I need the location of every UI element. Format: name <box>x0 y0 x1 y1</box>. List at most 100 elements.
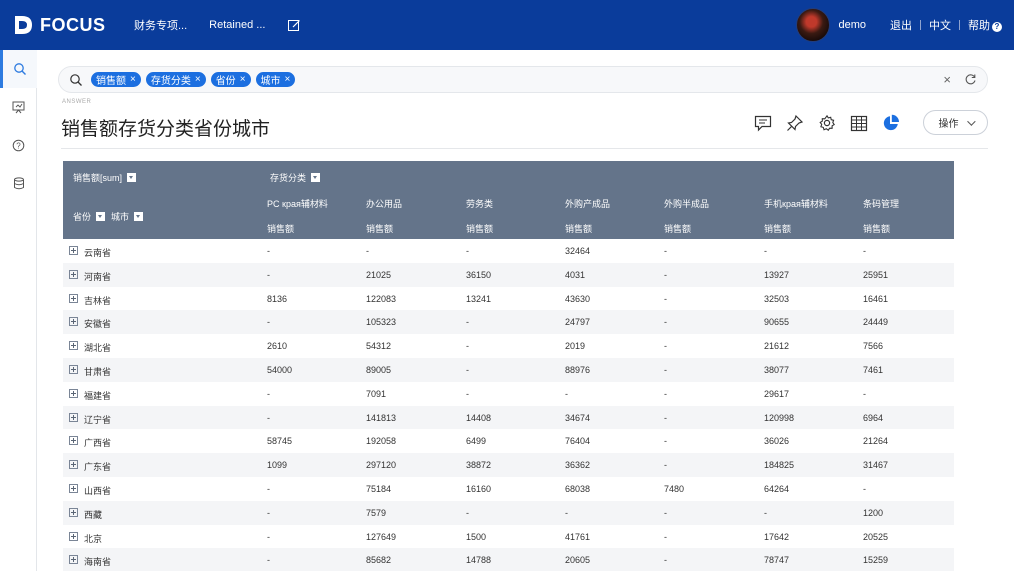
value-cell: - <box>267 412 270 423</box>
sub-header: 销售额 <box>565 224 593 234</box>
operate-dropdown[interactable]: 操作 <box>923 110 988 135</box>
column-dim-label: 存货分类 <box>270 173 307 183</box>
search-tag[interactable]: 存货分类 × <box>145 72 206 87</box>
dropdown-icon[interactable] <box>311 173 321 182</box>
comment-icon <box>754 115 772 131</box>
username[interactable]: demo <box>838 19 866 31</box>
search-tag[interactable]: 省份 × <box>210 72 251 87</box>
value-cell: 141813 <box>366 412 397 423</box>
category-header[interactable]: 条码管理 <box>863 197 899 210</box>
close-icon[interactable]: × <box>240 74 246 85</box>
sidebar-item-data[interactable] <box>0 164 37 202</box>
value-cell: 34674 <box>565 412 591 423</box>
value-cell: - <box>267 483 270 494</box>
comment-button[interactable] <box>752 112 774 134</box>
expand-icon[interactable] <box>69 364 78 374</box>
search-tag[interactable]: 销售额 × <box>91 72 141 87</box>
value-cell: 88976 <box>565 364 591 375</box>
dropdown-icon[interactable] <box>134 212 144 221</box>
expand-icon[interactable] <box>69 460 78 470</box>
expand-icon[interactable] <box>69 246 78 255</box>
table-row: 河南省 - 21025 36150 4031 - 13927 25951 <box>63 262 954 287</box>
expand-icon[interactable] <box>69 341 78 351</box>
expand-icon[interactable] <box>69 436 78 446</box>
help-link[interactable]: 帮助? <box>968 17 1002 33</box>
category-header[interactable]: 外购产成品 <box>565 197 610 210</box>
value-cell: 7566 <box>863 341 884 352</box>
value-cell: 122083 <box>366 293 397 304</box>
refresh-icon[interactable] <box>964 73 977 86</box>
clear-search-icon[interactable]: × <box>943 72 951 87</box>
separator <box>959 20 960 30</box>
value-cell: 58745 <box>267 436 293 447</box>
value-cell: 85682 <box>366 555 392 566</box>
search-bar[interactable]: 销售额 × 存货分类 × 省份 × 城市 × × <box>58 66 988 93</box>
language-link[interactable]: 中文 <box>929 17 951 33</box>
value-cell: 15259 <box>863 555 889 566</box>
dropdown-icon[interactable] <box>127 173 137 182</box>
category-header[interactable]: 手机края辅材料 <box>764 197 828 210</box>
value-cell: 6964 <box>863 412 884 423</box>
dropdown-icon[interactable] <box>96 212 106 221</box>
table-header: 销售额[sum] 存货分类 省份 城市 PC края辅材料销售额 办公用品销售额… <box>63 161 954 239</box>
province-cell: 河南省 <box>84 271 112 282</box>
value-cell: 24797 <box>565 317 591 328</box>
nav-item-retained[interactable]: Retained ... <box>209 19 265 31</box>
expand-icon[interactable] <box>69 555 78 565</box>
column-dim-header[interactable]: 存货分类 <box>270 171 321 184</box>
expand-icon[interactable] <box>69 293 78 303</box>
value-cell: 14408 <box>466 412 492 423</box>
table-view-button[interactable] <box>848 112 870 134</box>
sidebar-item-search[interactable] <box>0 50 37 88</box>
value-cell: 21264 <box>863 436 889 447</box>
value-cell: - <box>366 246 369 256</box>
value-cell: - <box>764 246 767 256</box>
sub-header: 销售额 <box>863 224 891 234</box>
expand-icon[interactable] <box>69 531 78 541</box>
expand-icon[interactable] <box>69 269 78 279</box>
value-cell: 21025 <box>366 269 392 280</box>
logo[interactable]: FOCUS <box>12 14 112 36</box>
value-cell: 7091 <box>366 388 387 399</box>
chart-view-button[interactable] <box>880 112 902 134</box>
measure-header-label: 销售额[sum] <box>73 173 123 183</box>
sidebar-item-board[interactable] <box>0 88 37 126</box>
settings-button[interactable] <box>816 112 838 134</box>
help-label: 帮助 <box>968 20 990 32</box>
value-cell: 17642 <box>764 531 790 542</box>
sidebar-item-help[interactable]: ? <box>0 126 37 164</box>
logout-link[interactable]: 退出 <box>890 17 912 33</box>
category-header[interactable]: 劳务类 <box>466 197 493 210</box>
value-cell: - <box>267 507 270 518</box>
expand-icon[interactable] <box>69 388 78 398</box>
row-dim-header[interactable]: 省份 城市 <box>73 210 144 223</box>
avatar[interactable] <box>796 8 831 42</box>
toolbar <box>752 112 912 134</box>
expand-icon[interactable] <box>69 483 78 493</box>
separator <box>920 20 921 30</box>
value-cell: - <box>466 246 469 256</box>
close-icon[interactable]: × <box>285 74 291 85</box>
category-header[interactable]: PC края辅材料 <box>267 197 328 210</box>
value-cell: - <box>863 246 866 256</box>
expand-icon[interactable] <box>69 412 78 422</box>
value-cell: 127649 <box>366 531 397 542</box>
category-header[interactable]: 办公用品 <box>366 197 402 210</box>
edit-icon[interactable] <box>287 18 301 32</box>
close-icon[interactable]: × <box>130 74 136 85</box>
database-icon <box>13 176 24 189</box>
svg-text:?: ? <box>16 141 21 150</box>
category-header[interactable]: 外购半成品 <box>664 197 709 210</box>
pin-button[interactable] <box>784 112 806 134</box>
close-icon[interactable]: × <box>195 74 201 85</box>
province-cell: 山西省 <box>84 485 112 496</box>
nav-item-finance[interactable]: 财务专项... <box>134 17 187 33</box>
table-row: 北京 - 127649 1500 41761 - 17642 20525 <box>63 525 954 549</box>
sub-header: 销售额 <box>466 224 494 234</box>
search-tag[interactable]: 城市 × <box>255 72 296 87</box>
measure-header[interactable]: 销售额[sum] <box>73 171 137 184</box>
expand-icon[interactable] <box>69 507 78 517</box>
city-header-label: 城市 <box>111 212 130 222</box>
value-cell: 36150 <box>466 269 492 280</box>
expand-icon[interactable] <box>69 317 78 327</box>
